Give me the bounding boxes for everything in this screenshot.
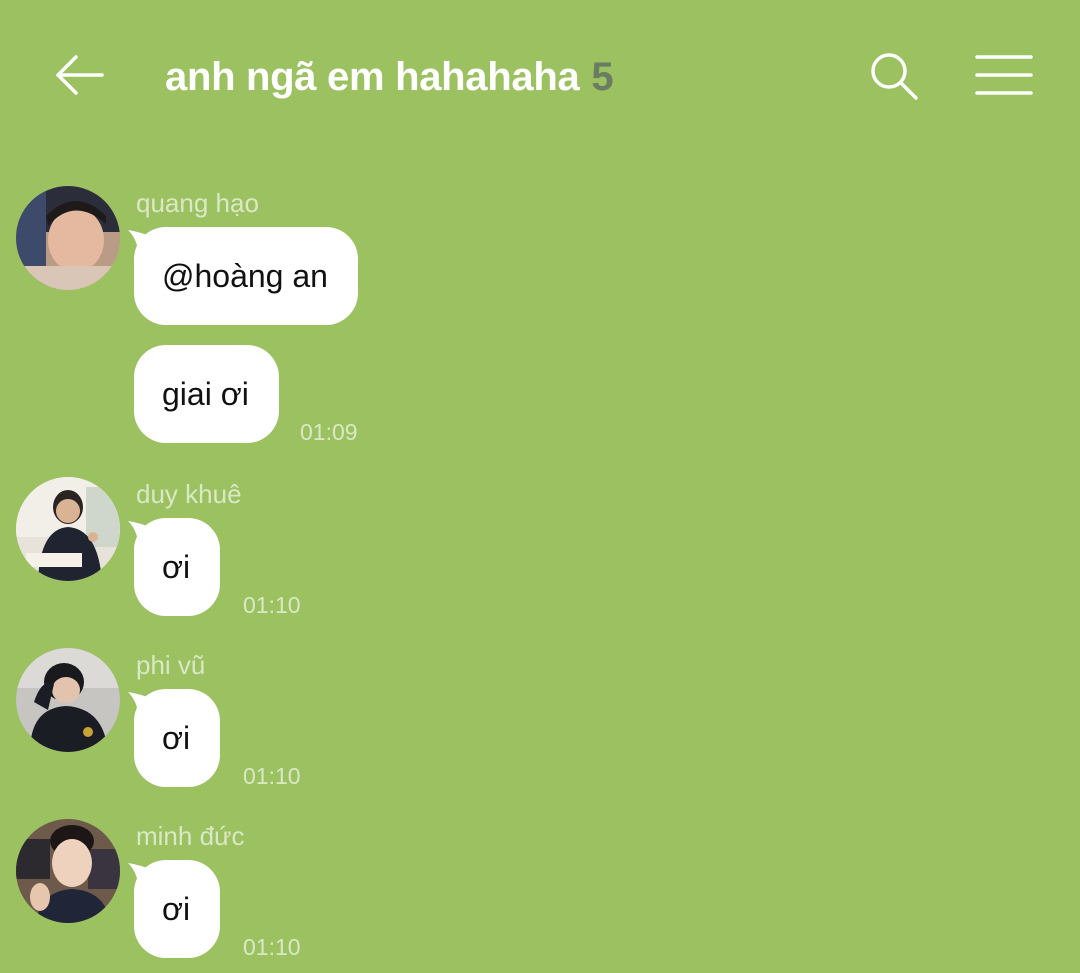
message-text: giai ơi: [162, 375, 249, 412]
message-bubble[interactable]: ơi: [134, 860, 221, 958]
message-bubble[interactable]: ơi: [134, 689, 221, 787]
message-bubble[interactable]: ơi: [134, 518, 221, 616]
message-group: phi vũ ơi 01:10: [0, 648, 1080, 790]
avatar-phi-vu[interactable]: [16, 648, 120, 752]
sender-name: minh đức: [136, 821, 245, 851]
message-group: quang hạo @hoàng an giai ơi 01:09: [0, 186, 1080, 448]
message-text: ơi: [162, 890, 191, 927]
message-time: 01:10: [243, 763, 301, 789]
message-time: 01:10: [243, 934, 301, 960]
chat-title: anh ngã em hahahaha: [165, 54, 580, 99]
sender-name: duy khuê: [136, 479, 242, 509]
message-time: 01:10: [243, 592, 301, 618]
chat-header: anh ngã em hahahaha 5: [0, 0, 1080, 150]
avatar-quang-hao[interactable]: [16, 186, 120, 290]
message-text: ơi: [162, 719, 191, 756]
message-text: @hoàng an: [162, 257, 328, 294]
member-count: 5: [591, 54, 614, 99]
message-group: duy khuê ơi 01:10: [0, 477, 1080, 619]
message-bubble[interactable]: @hoàng an: [134, 227, 358, 325]
avatar-duy-khue[interactable]: [16, 477, 120, 581]
back-button[interactable]: [50, 48, 108, 102]
search-button[interactable]: [866, 50, 922, 102]
avatar-photo: [16, 477, 120, 581]
avatar-photo: [16, 186, 120, 290]
arrow-left-icon: [56, 55, 104, 95]
sender-name: phi vũ: [136, 650, 206, 680]
hamburger-menu-icon: [975, 55, 1033, 95]
search-icon: [871, 53, 918, 100]
message-text: ơi: [162, 548, 191, 585]
message-bubble[interactable]: giai ơi: [134, 345, 279, 443]
menu-button[interactable]: [972, 50, 1036, 102]
avatar-minh-duc[interactable]: [16, 819, 120, 923]
avatar-photo: [16, 819, 120, 923]
avatar-photo: [16, 648, 120, 752]
message-group: minh đức ơi 01:10: [0, 819, 1080, 961]
chat-title-area[interactable]: anh ngã em hahahaha 5: [165, 52, 614, 102]
sender-name: quang hạo: [136, 188, 259, 218]
message-time: 01:09: [300, 419, 358, 445]
